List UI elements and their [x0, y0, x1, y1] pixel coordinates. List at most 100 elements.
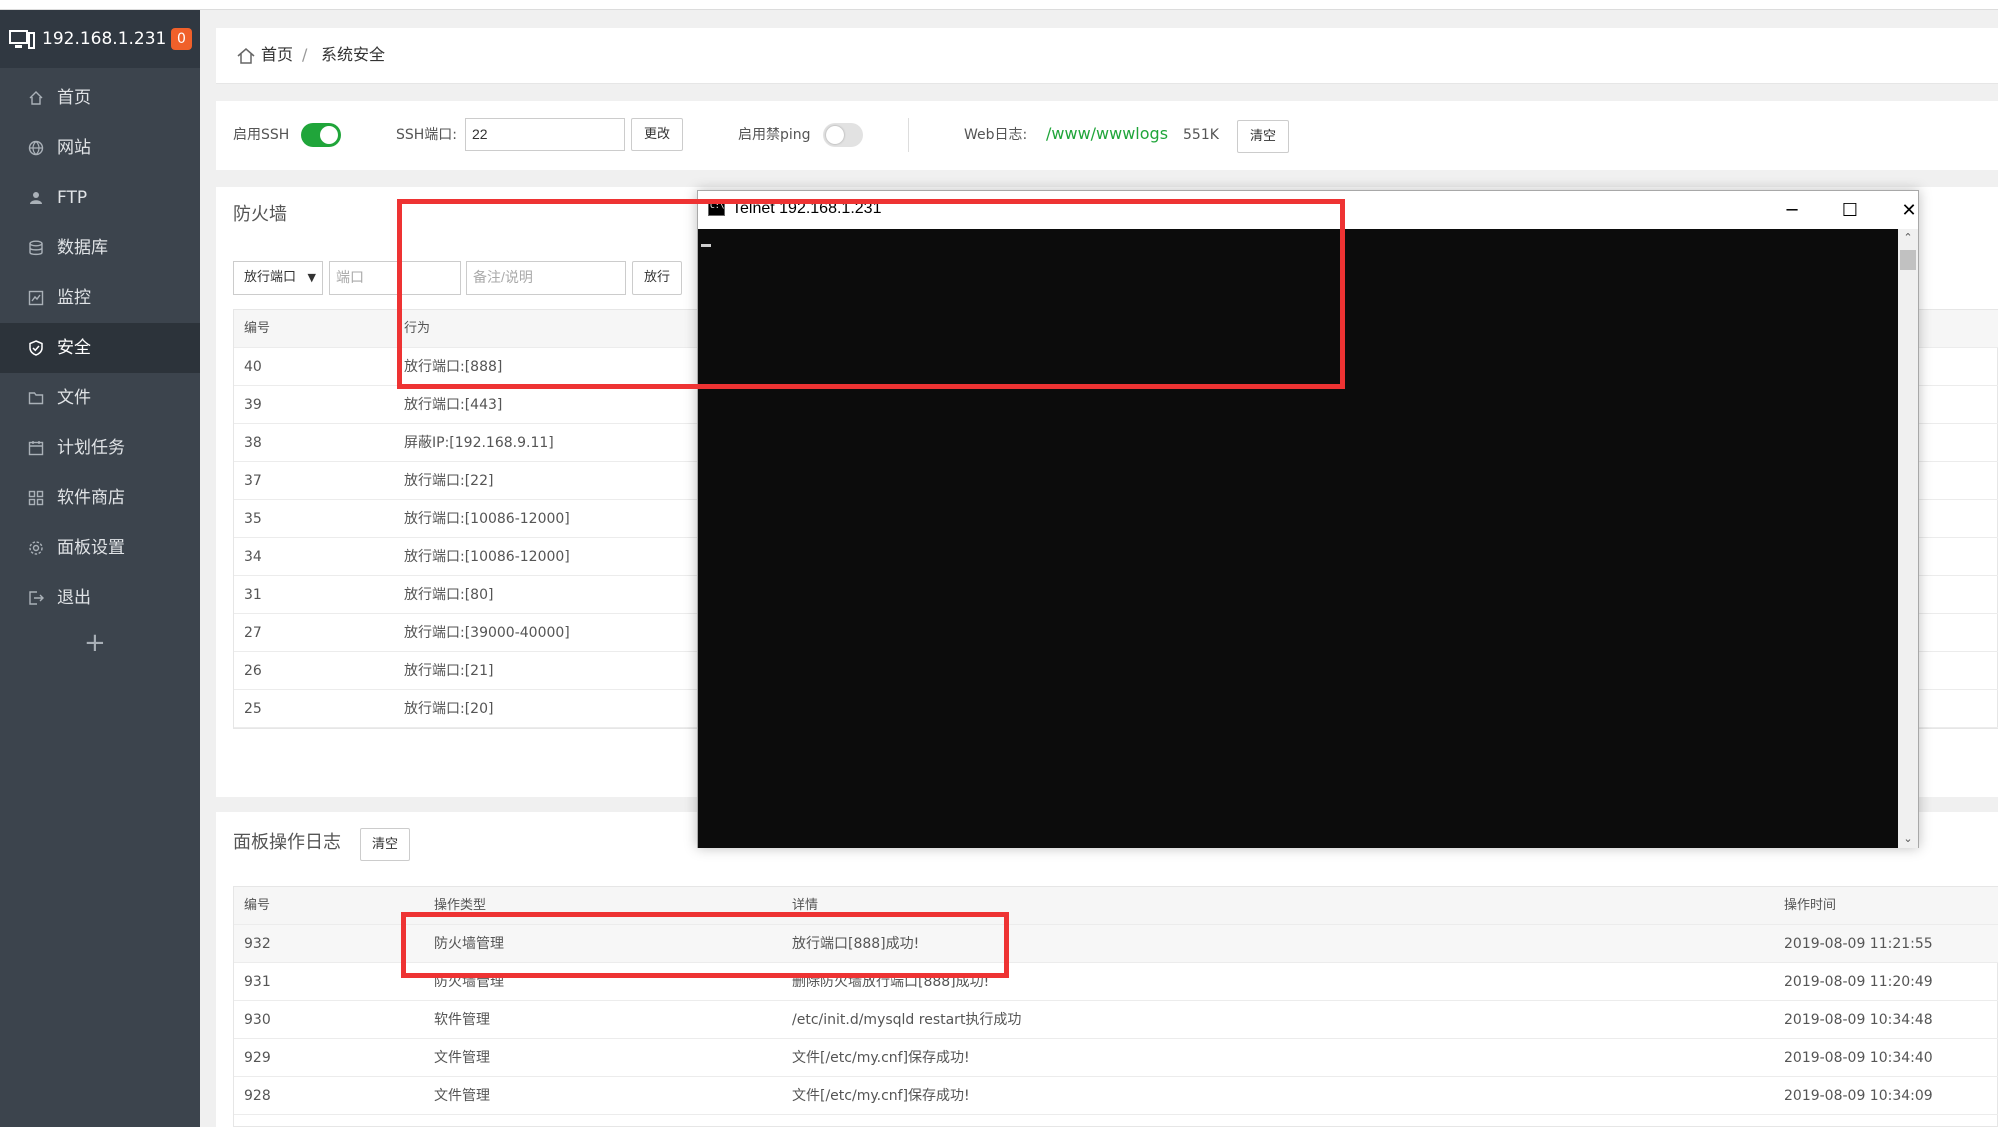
sidebar-menu: 首页网站 FTP 数据库监控安全文件计划任务软件商店面板设置退出	[0, 73, 200, 628]
ssh-port-label: SSH端口:	[396, 127, 458, 143]
scroll-thumb[interactable]	[1900, 250, 1916, 270]
ssh-settings-bar: 启用SSH SSH端口: 22 更改 启用禁ping Web日志: /www/w…	[216, 101, 1998, 170]
sidebar-item[interactable]: 网站	[0, 123, 200, 173]
log-detail: 文件[/etc/my.cnf]保存成功!	[792, 1050, 970, 1066]
breadcrumb: 首页 / 系统安全	[216, 28, 1998, 84]
log-type: 文件管理	[434, 1050, 490, 1066]
home-icon	[29, 91, 43, 105]
telnet-scrollbar[interactable]: ⌃ ⌄	[1898, 229, 1918, 848]
log-id: 929	[244, 1050, 271, 1066]
rule-action: 放行端口:[10086-12000]	[404, 549, 570, 565]
sidebar-item-label: 监控	[57, 288, 91, 308]
rule-action: 放行端口:[443]	[404, 397, 503, 413]
ssh-toggle[interactable]	[301, 123, 341, 147]
sidebar-item-label: 首页	[57, 88, 91, 108]
sidebar-item[interactable]: 数据库	[0, 223, 200, 273]
log-id: 932	[244, 936, 271, 952]
rule-id: 27	[244, 625, 262, 641]
highlight-box-log	[401, 912, 1009, 978]
maximize-icon[interactable]: ☐	[1830, 197, 1870, 225]
scroll-up-icon[interactable]: ⌃	[1898, 229, 1918, 247]
rule-id: 37	[244, 473, 262, 489]
table-row[interactable]: 928 文件管理 文件[/etc/my.cnf]保存成功! 2019-08-09 10…	[234, 1077, 1998, 1115]
globe-icon	[28, 140, 44, 156]
folder-icon	[28, 392, 44, 405]
breadcrumb-separator: /	[302, 45, 308, 64]
shield-icon	[29, 340, 43, 356]
log-time: 2019-08-09 10:34:40	[1784, 1050, 1933, 1066]
rule-action: 放行端口:[80]	[404, 587, 494, 603]
sidebar-item-label: 安全	[57, 338, 91, 358]
table-row[interactable]: 929 文件管理 文件[/etc/my.cnf]保存成功! 2019-08-09 10…	[234, 1039, 1998, 1077]
column-header: 操作时间	[1784, 898, 1837, 913]
log-id: 931	[244, 974, 271, 990]
rule-id: 25	[244, 701, 262, 717]
rule-action: 放行端口:[10086-12000]	[404, 511, 570, 527]
breadcrumb-current: 系统安全	[321, 45, 386, 64]
minimize-icon[interactable]: ─	[1772, 197, 1812, 225]
log-detail: /etc/init.d/mysqld restart执行成功	[792, 1012, 1022, 1028]
sidebar-item[interactable]: FTP	[0, 173, 200, 223]
gear-icon	[29, 541, 43, 555]
ping-toggle[interactable]	[823, 123, 863, 147]
toggle-knob	[320, 126, 338, 144]
log-id: 930	[244, 1012, 271, 1028]
calendar-icon	[28, 441, 44, 456]
ping-disable-label: 启用禁ping	[738, 127, 811, 143]
notification-badge[interactable]: 0	[171, 28, 192, 50]
table-row[interactable]: 930 软件管理/etc/init.d/mysqld restart执行成功 201…	[234, 1001, 1998, 1039]
rule-id: 40	[244, 359, 262, 375]
sidebar-item[interactable]: 软件商店	[0, 473, 200, 523]
sidebar: 192.168.1.231 0 首页网站 FTP 数据库监控安全文件计划任务软件商店…	[0, 10, 200, 1127]
sidebar-item[interactable]: 安全	[0, 323, 200, 373]
sidebar-item[interactable]: 监控	[0, 273, 200, 323]
rule-id: 31	[244, 587, 262, 603]
ftp-icon	[30, 192, 42, 204]
breadcrumb-home[interactable]: 首页	[261, 43, 293, 67]
rule-action: 放行端口:[20]	[404, 701, 494, 717]
screen: 192.168.1.231 0 首页网站 FTP 数据库监控安全文件计划任务软件商店…	[0, 0, 1998, 1127]
sidebar-item[interactable]: 文件	[0, 373, 200, 423]
weblog-path-link[interactable]: /www/wwwlogs	[1046, 123, 1168, 145]
sidebar-item[interactable]: 面板设置	[0, 523, 200, 573]
rule-action: 屏蔽IP:[192.168.9.11]	[404, 435, 554, 451]
rule-id: 35	[244, 511, 262, 527]
sidebar-item[interactable]: 首页	[0, 73, 200, 123]
rule-id: 26	[244, 663, 262, 679]
column-header: 编号	[244, 321, 271, 336]
database-icon	[29, 240, 43, 256]
sidebar-item-label: 退出	[57, 588, 91, 608]
rule-id: 39	[244, 397, 262, 413]
log-type: 文件管理	[434, 1088, 490, 1104]
clear-weblog-button[interactable]: 清空	[1237, 120, 1289, 153]
log-time: 2019-08-09 10:34:09	[1784, 1088, 1933, 1104]
rule-type-value: 放行端口	[244, 270, 297, 285]
rule-type-select[interactable]: 放行端口 ▼	[233, 261, 323, 295]
sidebar-item-label: 数据库	[57, 238, 108, 258]
scroll-down-icon[interactable]: ⌄	[1898, 830, 1918, 848]
rule-action: 放行端口:[21]	[404, 663, 494, 679]
sidebar-item[interactable]: 计划任务	[0, 423, 200, 473]
clear-log-button[interactable]: 清空	[360, 828, 410, 861]
close-icon[interactable]: ✕	[1889, 197, 1929, 225]
column-header: 编号	[244, 898, 271, 913]
log-time: 2019-08-09 11:21:55	[1784, 936, 1933, 952]
sidebar-item-label: 面板设置	[57, 538, 125, 558]
sidebar-item-label: 网站	[57, 138, 91, 158]
browser-top-strip	[0, 0, 1998, 10]
ssh-enable-label: 启用SSH	[233, 127, 290, 143]
log-id: 928	[244, 1088, 271, 1104]
weblog-label: Web日志:	[964, 127, 1028, 143]
sidebar-item-label: 计划任务	[57, 438, 125, 458]
server-host: 192.168.1.231	[42, 29, 167, 49]
change-port-button[interactable]: 更改	[631, 118, 683, 151]
logout-icon	[29, 591, 44, 605]
ssh-port-input[interactable]: 22	[465, 118, 625, 151]
log-time: 2019-08-09 11:20:49	[1784, 974, 1933, 990]
add-menu-button[interactable]: +	[84, 628, 106, 658]
sidebar-item[interactable]: 退出	[0, 573, 200, 623]
sidebar-item-label: 文件	[57, 388, 91, 408]
server-icon	[9, 30, 35, 49]
rule-action: 放行端口:[22]	[404, 473, 494, 489]
home-icon	[237, 48, 255, 64]
